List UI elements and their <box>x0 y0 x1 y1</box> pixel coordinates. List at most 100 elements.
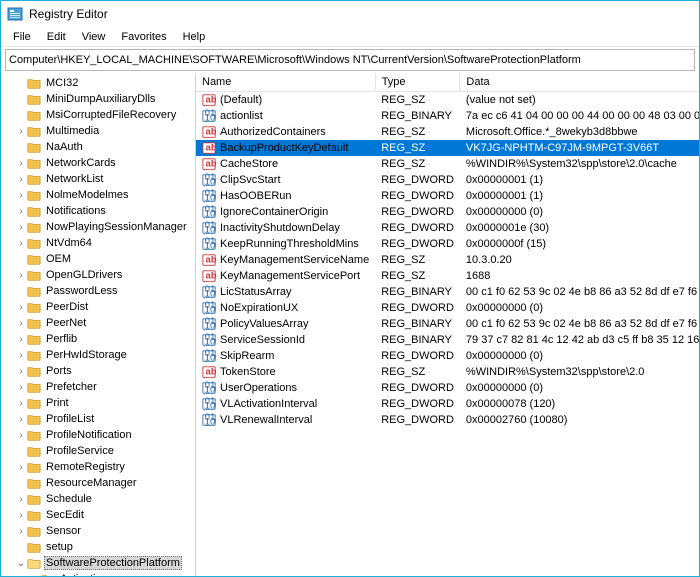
col-name[interactable]: Name <box>196 73 375 92</box>
value-row[interactable]: 01101001VLRenewalIntervalREG_DWORD0x0000… <box>196 412 699 428</box>
value-row[interactable]: 01101001PolicyValuesArrayREG_BINARY00 c1… <box>196 316 699 332</box>
value-name: abTokenStore <box>196 364 375 380</box>
value-row[interactable]: 01101001InactivityShutdownDelayREG_DWORD… <box>196 220 699 236</box>
folder-icon <box>27 413 41 425</box>
expand-icon[interactable]: › <box>15 222 27 233</box>
value-row[interactable]: 01101001UserOperationsREG_DWORD0x0000000… <box>196 380 699 396</box>
expand-icon[interactable]: › <box>15 318 27 329</box>
value-row[interactable]: 01101001IgnoreContainerOriginREG_DWORD0x… <box>196 204 699 220</box>
tree-item[interactable]: ›PeerNet <box>1 315 195 331</box>
expand-icon[interactable]: › <box>15 430 27 441</box>
value-type: REG_SZ <box>375 92 460 109</box>
tree-item[interactable]: ›ProfileList <box>1 411 195 427</box>
tree-item[interactable]: ›OpenGLDrivers <box>1 267 195 283</box>
expand-icon[interactable]: › <box>15 526 27 537</box>
menu-file[interactable]: File <box>5 30 39 44</box>
expand-icon[interactable]: › <box>15 126 27 137</box>
tree-item[interactable]: ›NtVdm64 <box>1 235 195 251</box>
folder-icon <box>27 237 41 249</box>
col-type[interactable]: Type <box>375 73 460 92</box>
tree-item[interactable]: ›Notifications <box>1 203 195 219</box>
tree-item[interactable]: ›SecEdit <box>1 507 195 523</box>
tree-item[interactable]: ›PerHwIdStorage <box>1 347 195 363</box>
value-row[interactable]: 01101001HasOOBERunREG_DWORD0x00000001 (1… <box>196 188 699 204</box>
value-row[interactable]: abKeyManagementServicePortREG_SZ1688 <box>196 268 699 284</box>
value-data: (value not set) <box>460 92 699 109</box>
tree-item[interactable]: ProfileService <box>1 443 195 459</box>
tree-item[interactable]: ResourceManager <box>1 475 195 491</box>
tree-item[interactable]: ›Activation <box>1 571 195 576</box>
value-row[interactable]: ab(Default)REG_SZ(value not set) <box>196 92 699 109</box>
tree-item[interactable]: OEM <box>1 251 195 267</box>
col-data[interactable]: Data <box>460 73 699 92</box>
tree-item[interactable]: PasswordLess <box>1 283 195 299</box>
value-row[interactable]: abBackupProductKeyDefaultREG_SZVK7JG-NPH… <box>196 140 699 156</box>
expand-icon[interactable]: › <box>29 574 41 577</box>
tree-item[interactable]: ›Ports <box>1 363 195 379</box>
tree-item[interactable]: ›Prefetcher <box>1 379 195 395</box>
value-row[interactable]: 01101001SkipRearmREG_DWORD0x00000000 (0) <box>196 348 699 364</box>
svg-text:ab: ab <box>206 127 217 138</box>
value-row[interactable]: abAuthorizedContainersREG_SZMicrosoft.Of… <box>196 124 699 140</box>
tree-item[interactable]: NaAuth <box>1 139 195 155</box>
folder-icon <box>27 269 41 281</box>
tree-item[interactable]: ⌄SoftwareProtectionPlatform <box>1 555 195 571</box>
tree-item[interactable]: ›Sensor <box>1 523 195 539</box>
expand-icon[interactable]: › <box>15 414 27 425</box>
expand-icon[interactable]: › <box>15 334 27 345</box>
value-row[interactable]: 01101001ClipSvcStartREG_DWORD0x00000001 … <box>196 172 699 188</box>
value-name: 01101001NoExpirationUX <box>196 300 375 316</box>
menu-favorites[interactable]: Favorites <box>113 30 174 44</box>
tree-item[interactable]: MCI32 <box>1 75 195 91</box>
tree-item[interactable]: ›ProfileNotification <box>1 427 195 443</box>
value-row[interactable]: 01101001NoExpirationUXREG_DWORD0x0000000… <box>196 300 699 316</box>
value-row[interactable]: abCacheStoreREG_SZ%WINDIR%\System32\spp\… <box>196 156 699 172</box>
expand-icon[interactable]: › <box>15 190 27 201</box>
tree-item[interactable]: ›NolmeModelmes <box>1 187 195 203</box>
tree-item[interactable]: ›Print <box>1 395 195 411</box>
tree-item[interactable]: MsiCorruptedFileRecovery <box>1 107 195 123</box>
menu-view[interactable]: View <box>74 30 114 44</box>
svg-text:1001: 1001 <box>205 352 216 363</box>
tree-item[interactable]: ›NetworkCards <box>1 155 195 171</box>
tree-item[interactable]: ›PeerDist <box>1 299 195 315</box>
tree-item[interactable]: › Multimedia <box>1 123 195 139</box>
tree-item[interactable]: ›RemoteRegistry <box>1 459 195 475</box>
value-row[interactable]: 01101001LicStatusArrayREG_BINARY00 c1 f0… <box>196 284 699 300</box>
value-row[interactable]: abKeyManagementServiceNameREG_SZ10.3.0.2… <box>196 252 699 268</box>
tree-item-label: Multimedia <box>44 125 101 137</box>
expand-icon[interactable]: › <box>15 398 27 409</box>
expand-icon[interactable]: › <box>15 238 27 249</box>
folder-icon <box>27 285 41 297</box>
tree-item[interactable]: ›Schedule <box>1 491 195 507</box>
expand-icon[interactable]: › <box>15 350 27 361</box>
expand-icon[interactable]: › <box>15 302 27 313</box>
expand-icon[interactable]: › <box>15 174 27 185</box>
expand-icon[interactable]: › <box>15 510 27 521</box>
tree-item[interactable]: ›NetworkList <box>1 171 195 187</box>
value-row[interactable]: abTokenStoreREG_SZ%WINDIR%\System32\spp\… <box>196 364 699 380</box>
window-title: Registry Editor <box>29 7 108 21</box>
expand-icon[interactable]: › <box>15 366 27 377</box>
tree-item[interactable]: setup <box>1 539 195 555</box>
expand-icon[interactable]: › <box>15 462 27 473</box>
key-tree[interactable]: MCI32MiniDumpAuxiliaryDllsMsiCorruptedFi… <box>1 73 196 576</box>
expand-icon[interactable]: › <box>15 382 27 393</box>
expand-icon[interactable]: › <box>15 494 27 505</box>
folder-icon <box>27 93 41 105</box>
value-row[interactable]: 01101001KeepRunningThresholdMinsREG_DWOR… <box>196 236 699 252</box>
value-list[interactable]: Name Type Data ab(Default)REG_SZ(value n… <box>196 73 699 576</box>
value-row[interactable]: 01101001actionlistREG_BINARY7a ec c6 41 … <box>196 108 699 124</box>
expand-icon[interactable]: › <box>15 270 27 281</box>
menu-help[interactable]: Help <box>175 30 214 44</box>
expand-icon[interactable]: ⌄ <box>15 558 27 569</box>
expand-icon[interactable]: › <box>15 158 27 169</box>
menu-edit[interactable]: Edit <box>39 30 74 44</box>
address-bar[interactable]: Computer\HKEY_LOCAL_MACHINE\SOFTWARE\Mic… <box>5 49 695 71</box>
tree-item[interactable]: ›NowPlayingSessionManager <box>1 219 195 235</box>
tree-item[interactable]: ›Perflib <box>1 331 195 347</box>
value-row[interactable]: 01101001ServiceSessionIdREG_BINARY79 37 … <box>196 332 699 348</box>
expand-icon[interactable]: › <box>15 206 27 217</box>
tree-item[interactable]: MiniDumpAuxiliaryDlls <box>1 91 195 107</box>
value-row[interactable]: 01101001VLActivationIntervalREG_DWORD0x0… <box>196 396 699 412</box>
